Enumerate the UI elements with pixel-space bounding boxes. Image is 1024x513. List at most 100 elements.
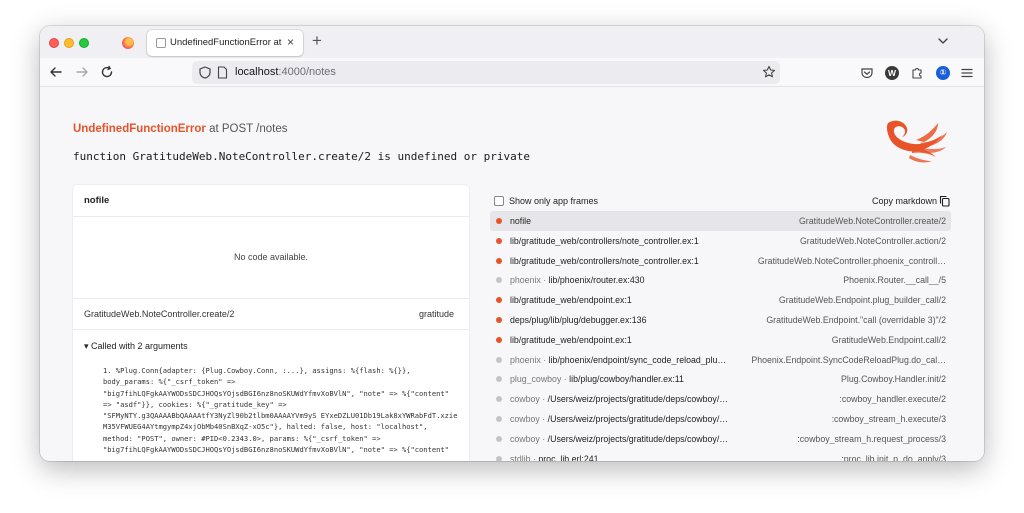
extensions-puzzle-icon[interactable] (910, 66, 924, 80)
stack-frame-row[interactable]: lib/gratitude_web/endpoint.ex:1 Gratitude… (490, 330, 951, 350)
new-tab-button[interactable]: + (312, 32, 322, 50)
page-content: UndefinedFunctionError at POST /notes fu… (40, 87, 984, 461)
page-info-icon[interactable] (217, 66, 228, 79)
onepassword-icon[interactable]: ① (936, 66, 950, 80)
address-bar[interactable]: localhost:4000/notes (192, 61, 780, 84)
frame-function: :cowboy_stream_h.request_process/3 (797, 433, 946, 444)
frame-function: :cowboy_handler.execute/2 (839, 394, 946, 405)
frame-app: plug_cowboy · (510, 374, 570, 385)
code-function-name: GratitudeWeb.NoteController.create/2 (84, 309, 235, 319)
tab-active[interactable]: UndefinedFunctionError at POST /notes × (147, 30, 303, 56)
phoenix-logo-icon (886, 120, 947, 163)
code-app-name: gratitude (418, 309, 454, 319)
back-arrow-icon[interactable] (48, 64, 64, 80)
shield-icon[interactable] (199, 66, 211, 79)
frame-function: GratitudeWeb.Endpoint.call/2 (831, 334, 946, 345)
forward-arrow-icon[interactable] (74, 64, 90, 80)
divider (73, 329, 469, 330)
app-frame-dot-icon (496, 218, 502, 224)
stack-frame-row[interactable]: cowboy · /Users/weiz/projects/gratitude/… (490, 429, 951, 449)
frame-function: GratitudeWeb.NoteController.phoenix_cont… (757, 255, 946, 266)
lib-frame-dot-icon (496, 396, 502, 403)
frame-location: nofile (510, 216, 758, 226)
frame-location: deps/plug/lib/plug/debugger.ex:136 (510, 315, 758, 325)
code-file-name: nofile (84, 195, 110, 206)
stack-frame-row[interactable]: stdlib · proc_lib.erl:241 :proc_lib.init_… (490, 449, 951, 461)
frame-function: GratitudeWeb.NoteController.action/2 (799, 235, 946, 246)
frame-app: stdlib · (510, 453, 539, 461)
error-name: UndefinedFunctionError (73, 123, 206, 135)
url-host: localhost (235, 66, 279, 78)
close-window-button[interactable] (49, 38, 59, 48)
hamburger-menu-icon[interactable] (960, 66, 974, 80)
frame-function: :proc_lib.init_p_do_apply/3 (841, 453, 946, 461)
frame-file: /Users/weiz/projects/gratitude/deps/cowb… (547, 394, 729, 405)
stack-frame-row[interactable]: nofile GratitudeWeb.NoteController.create… (490, 211, 951, 231)
stack-frame-row[interactable]: phoenix · lib/phoenix/endpoint/sync_code… (490, 350, 951, 370)
tab-strip: UndefinedFunctionError at POST /notes × … (40, 26, 984, 58)
frame-location: lib/gratitude_web/controllers/note_contr… (510, 256, 758, 266)
stack-frame-row[interactable]: lib/gratitude_web/endpoint.ex:1 Gratitude… (490, 290, 951, 310)
stack-frame-row[interactable]: cowboy · /Users/weiz/projects/gratitude/… (490, 409, 951, 429)
zoom-window-button[interactable] (79, 38, 89, 48)
stack-frame-row[interactable]: cowboy · /Users/weiz/projects/gratitude/… (490, 389, 951, 409)
frame-location: stdlib · proc_lib.erl:241 (510, 454, 758, 461)
app-frame-dot-icon (496, 257, 502, 264)
app-frame-dot-icon (496, 297, 502, 304)
frame-file: proc_lib.erl:241 (538, 453, 599, 461)
copy-markdown-button[interactable]: Copy markdown (872, 196, 937, 206)
frame-function: Phoenix.Endpoint.SyncCodeReloadPlug.do_c… (751, 354, 946, 365)
url-text[interactable]: localhost:4000/notes (235, 66, 336, 78)
show-app-frames-checkbox[interactable] (494, 196, 504, 206)
lib-frame-dot-icon (496, 415, 502, 422)
stack-frame-row[interactable]: deps/plug/lib/plug/debugger.ex:136 Gratit… (490, 310, 951, 330)
frame-function: :cowboy_stream_h.execute/3 (831, 413, 946, 424)
frame-file: /Users/weiz/projects/gratitude/deps/cowb… (547, 433, 729, 444)
pocket-icon[interactable] (860, 66, 874, 80)
frame-file: lib/gratitude_web/controllers/note_contr… (510, 235, 699, 246)
bookmark-star-icon[interactable] (762, 65, 776, 79)
frame-location: cowboy · /Users/weiz/projects/gratitude/… (510, 394, 758, 404)
error-title: UndefinedFunctionError at POST /notes (73, 123, 288, 135)
frame-file: lib/plug/cowboy/handler.ex:11 (569, 374, 684, 385)
stack-frame-row[interactable]: lib/gratitude_web/controllers/note_contr… (490, 251, 951, 271)
error-message: function GratitudeWeb.NoteController.cre… (73, 150, 530, 163)
show-app-frames-label[interactable]: Show only app frames (509, 196, 598, 206)
frame-location: phoenix · lib/phoenix/router.ex:430 (510, 275, 758, 285)
frame-location: cowboy · /Users/weiz/projects/gratitude/… (510, 414, 758, 424)
close-tab-icon[interactable]: × (287, 35, 294, 49)
app-frame-dot-icon (496, 336, 502, 343)
frame-file: lib/gratitude_web/controllers/note_contr… (510, 255, 699, 266)
stack-frame-row[interactable]: plug_cowboy · lib/plug/cowboy/handler.ex… (490, 369, 951, 389)
page-icon (156, 38, 166, 48)
frame-app: phoenix · (510, 354, 549, 365)
app-frame-dot-icon (496, 316, 502, 323)
stack-frame-row[interactable]: lib/gratitude_web/controllers/note_contr… (490, 231, 951, 251)
firefox-icon[interactable] (122, 37, 134, 49)
divider (73, 298, 469, 299)
frame-app: phoenix · (510, 275, 549, 286)
frame-location: lib/gratitude_web/controllers/note_contr… (510, 236, 758, 246)
frame-file: nofile (510, 216, 532, 226)
frame-app: cowboy · (510, 413, 548, 424)
frame-file: lib/phoenix/endpoint/sync_code_reload_pl… (548, 354, 727, 365)
frame-location: lib/gratitude_web/endpoint.ex:1 (510, 335, 758, 345)
no-code-message: No code available. (233, 252, 309, 262)
frame-function: GratitudeWeb.NoteController.create/2 (798, 216, 946, 226)
chevron-down-icon[interactable] (936, 34, 950, 48)
called-with-toggle[interactable]: ▾ Called with 2 arguments (84, 341, 188, 352)
frame-function: GratitudeWeb.Endpoint.plug_builder_call/… (778, 295, 946, 306)
lib-frame-dot-icon (496, 455, 502, 461)
minimize-window-button[interactable] (64, 38, 74, 48)
frame-location: lib/gratitude_web/endpoint.ex:1 (510, 295, 758, 305)
lib-frame-dot-icon (496, 376, 502, 383)
frame-file: lib/gratitude_web/endpoint.ex:1 (510, 295, 632, 306)
reload-icon[interactable] (99, 64, 115, 80)
browser-window: UndefinedFunctionError at POST /notes × … (40, 26, 984, 461)
stack-frame-row[interactable]: phoenix · lib/phoenix/router.ex:430 Phoen… (490, 270, 951, 290)
frame-function: Phoenix.Router.__call__/5 (843, 275, 946, 286)
copy-icon[interactable] (939, 195, 950, 207)
url-path: :4000/notes (278, 66, 336, 78)
extension-w-icon[interactable]: W (885, 66, 899, 80)
frame-app: cowboy · (510, 394, 548, 405)
